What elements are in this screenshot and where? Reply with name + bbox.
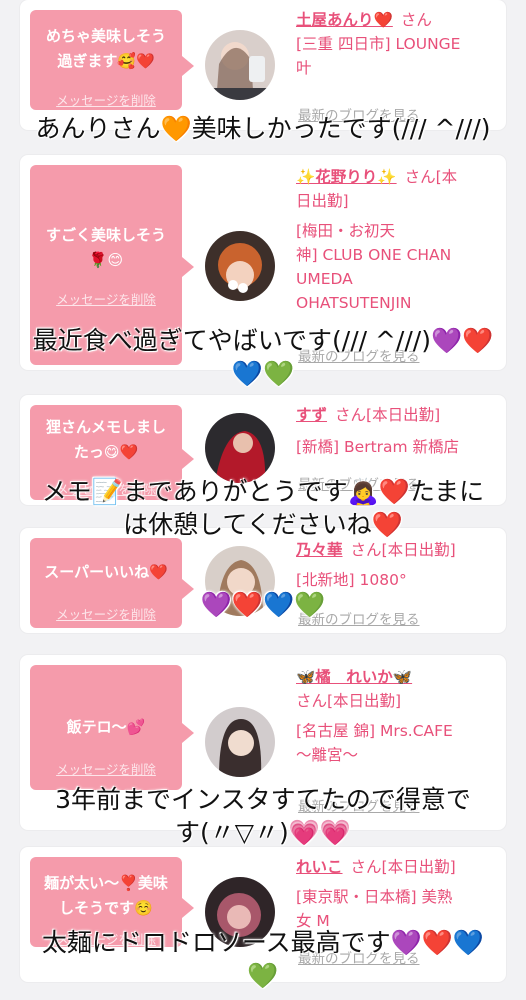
message-text: すごく美味しそう 🌹😊: [38, 223, 174, 273]
message-line: めちゃ美味しそう: [45, 27, 166, 45]
message-line: たっ😋❤️: [73, 443, 139, 461]
shop-info: OHATSUTENJIN: [296, 294, 412, 312]
message-text: 狸さんメモしまし たっ😋❤️: [38, 415, 174, 465]
girl-info: 乃々華 さん[本日出勤] [北新地] 1080°: [296, 538, 496, 592]
shop-info: UMEDA: [296, 270, 353, 288]
message-line: 狸さんメモしまし: [45, 418, 166, 436]
message-bubble: めちゃ美味しそう 過ぎます🥰❤️ メッセージを削除: [30, 10, 194, 110]
shop-info: [梅田・お初天: [296, 222, 396, 240]
honorific: さん[本日出勤]: [296, 692, 402, 710]
honorific: さん[本: [404, 168, 458, 186]
message-bubble: 飯テロ〜💕 メッセージを削除: [30, 665, 194, 790]
message-line: しそうです☺️: [59, 899, 153, 917]
shop-info: [三重 四日市] LOUNGE: [296, 35, 461, 53]
caption-line: 太麺にドロドロソース最高です💜❤️💙: [41, 928, 485, 957]
caption-line: メモ📝までありがとうです🙇‍♀️❤️たまに: [41, 477, 485, 506]
delete-message-link[interactable]: メッセージを削除: [30, 289, 182, 308]
girl-info: 🦋橘 れいか🦋 さん[本日出勤] [名古屋 錦] Mrs.CAFE 〜離宮〜: [296, 665, 496, 767]
avatar[interactable]: [205, 413, 275, 483]
shop-info: 日出勤]: [296, 192, 349, 210]
message-text: めちゃ美味しそう 過ぎます🥰❤️: [38, 24, 174, 74]
message-line: 飯テロ〜💕: [66, 718, 146, 736]
shop-info: [新橋] Bertram 新橋店: [296, 438, 460, 456]
message-text: スーパーいいね❤️: [38, 560, 174, 585]
girl-name-link[interactable]: 🦋橘 れいか🦋: [296, 668, 412, 686]
shop-info: [東京駅・日本橋] 美熟: [296, 888, 453, 906]
shop-info: [名古屋 錦] Mrs.CAFE: [296, 722, 453, 740]
girl-name-link[interactable]: 土屋あんり❤️: [296, 11, 393, 29]
shop-info: 叶: [296, 59, 312, 77]
overlay-caption: メモ📝までありがとうです🙇‍♀️❤️たまに は休憩してくださいね❤️: [0, 475, 526, 541]
message-text: 麺が太い〜❣️美味 しそうです☺️: [38, 871, 174, 921]
caption-line: 最近食べ過ぎてやばいです(/// ^///)💜❤️: [32, 326, 494, 355]
girl-info: すず さん[本日出勤] [新橋] Bertram 新橋店: [296, 403, 496, 459]
overlay-caption: あんりさん🧡美味しかったです(/// ^///): [0, 112, 526, 145]
overlay-caption: 3年前までインスタすてたので得意で す(〃▽〃)💗💗: [0, 783, 526, 849]
caption-line: 💙💚: [231, 359, 295, 388]
caption-line: あんりさん🧡美味しかったです(/// ^///): [35, 114, 491, 143]
honorific: さん[本日出勤]: [350, 541, 456, 559]
caption-line: 💜❤️💙💚: [200, 590, 326, 619]
overlay-caption: 最近食べ過ぎてやばいです(/// ^///)💜❤️ 💙💚: [0, 324, 526, 390]
message-card: めちゃ美味しそう 過ぎます🥰❤️ メッセージを削除 土屋あんり❤️ さん [三重 …: [20, 0, 506, 130]
message-line: スーパーいいね❤️: [44, 563, 168, 581]
avatar[interactable]: [205, 707, 275, 777]
caption-line: 3年前までインスタすてたので得意で: [55, 785, 471, 814]
girl-info: れいこ さん[本日出勤] [東京駅・日本橋] 美熟 女 M: [296, 855, 496, 933]
honorific: さん: [400, 11, 432, 29]
girl-name-link[interactable]: すず: [296, 406, 327, 424]
message-line: 過ぎます🥰❤️: [57, 52, 155, 70]
delete-message-link[interactable]: メッセージを削除: [30, 90, 182, 109]
shop-info: 神] CLUB ONE CHAN: [296, 246, 452, 264]
avatar[interactable]: [205, 231, 275, 301]
girl-name-link[interactable]: ✨花野りり✨: [296, 168, 397, 186]
caption-line: す(〃▽〃)💗💗: [175, 818, 351, 847]
honorific: さん[本日出勤]: [335, 406, 441, 424]
delete-message-link[interactable]: メッセージを削除: [30, 759, 182, 778]
caption-line: は休憩してくださいね❤️: [123, 510, 403, 539]
message-line: すごく美味しそう: [45, 226, 166, 244]
shop-info: 〜離宮〜: [296, 746, 359, 764]
message-text: 飯テロ〜💕: [38, 715, 174, 740]
avatar[interactable]: [205, 30, 275, 100]
girl-info: ✨花野りり✨ さん[本 日出勤] [梅田・お初天 神] CLUB ONE CHAN…: [296, 165, 496, 315]
honorific: さん[本日出勤]: [350, 858, 456, 876]
girl-name-link[interactable]: れいこ: [296, 858, 343, 876]
overlay-caption: 💜❤️💙💚: [0, 588, 526, 621]
girl-name-link[interactable]: 乃々華: [296, 541, 343, 559]
message-line: 🌹😊: [88, 251, 124, 269]
caption-line: 💚: [247, 961, 279, 990]
message-line: 麺が太い〜❣️美味: [44, 874, 168, 892]
girl-info: 土屋あんり❤️ さん [三重 四日市] LOUNGE 叶: [296, 8, 496, 80]
overlay-caption: 太麺にドロドロソース最高です💜❤️💙 💚: [0, 926, 526, 992]
